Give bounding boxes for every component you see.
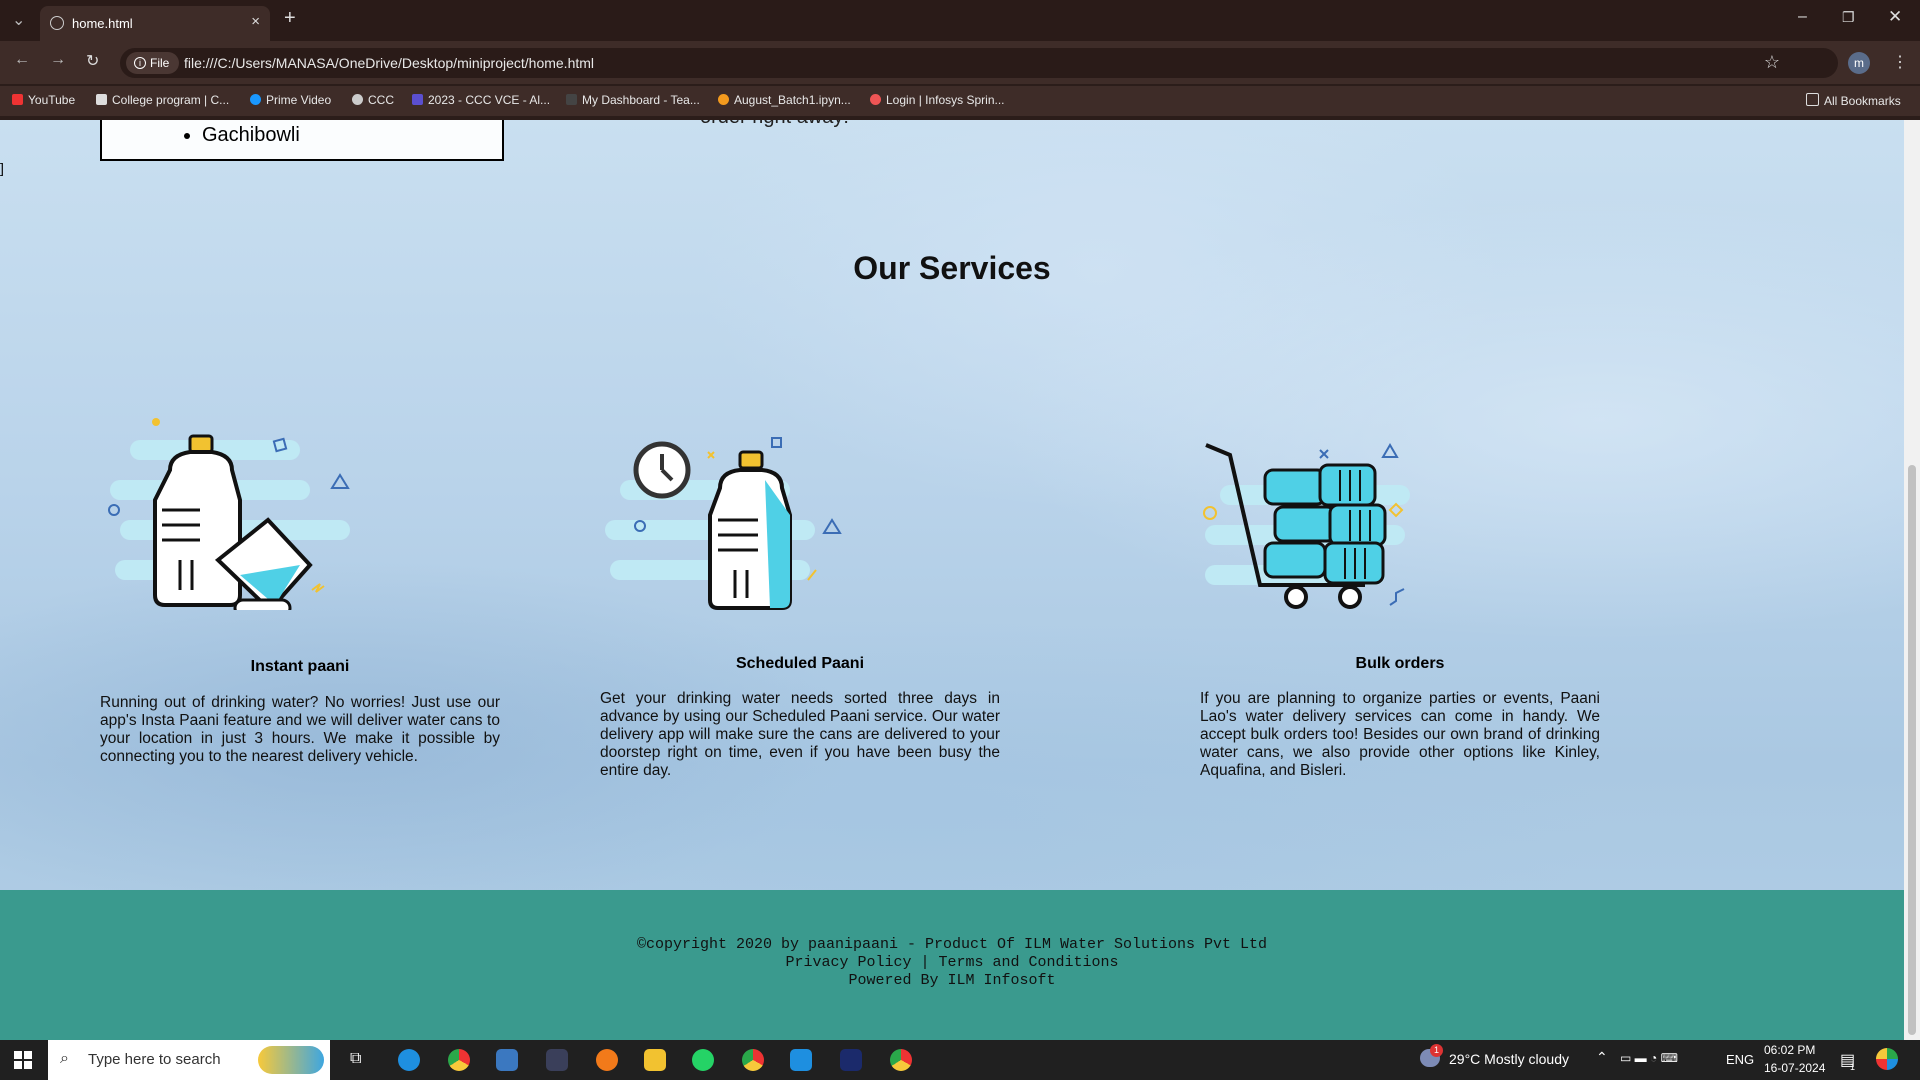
classroom-icon xyxy=(412,94,423,105)
footer-links[interactable]: Privacy Policy | Terms and Conditions xyxy=(0,954,1904,972)
infosys-icon xyxy=(870,94,881,105)
service-title-scheduled: Scheduled Paani xyxy=(735,655,865,672)
weather-badge: 1 xyxy=(1430,1044,1443,1057)
bookmarks-bar: YouTube College program | C... Prime Vid… xyxy=(0,86,1920,116)
chrome-icon[interactable] xyxy=(448,1049,470,1071)
service-title-instant: Instant paani xyxy=(250,658,350,675)
ccc-icon xyxy=(352,94,363,105)
service-text-scheduled: Get your drinking water needs sorted thr… xyxy=(600,690,1000,779)
scheduled-paani-illustration xyxy=(605,437,842,610)
weather-text[interactable]: 29°C Mostly cloudy xyxy=(1449,1051,1569,1067)
vscode-icon[interactable] xyxy=(840,1049,862,1071)
service-text-bulk: If you are planning to organize parties … xyxy=(1200,690,1600,779)
page-scrollbar[interactable] xyxy=(1904,120,1920,1040)
tray-chevron-icon[interactable]: ⌃ xyxy=(1596,1049,1608,1066)
whatsapp-icon[interactable] xyxy=(692,1049,714,1071)
python-icon[interactable] xyxy=(496,1049,518,1071)
windows-start-icon[interactable] xyxy=(14,1051,32,1069)
tab-title: home.html xyxy=(72,16,133,31)
bookmark-ccc-vce[interactable]: 2023 - CCC VCE - Al... xyxy=(412,93,550,107)
all-bookmarks[interactable]: All Bookmarks xyxy=(1806,93,1901,108)
page-viewport: Gachibowli order right away! ] Our Servi… xyxy=(0,120,1904,1040)
location-list-box: Gachibowli xyxy=(100,120,504,161)
taskbar-search[interactable]: ⌕ Type here to search xyxy=(48,1040,330,1080)
edge-icon[interactable] xyxy=(398,1049,420,1071)
profile-avatar[interactable]: m xyxy=(1848,52,1870,74)
service-title-bulk: Bulk orders xyxy=(1355,655,1445,672)
chrome-profile-icon[interactable] xyxy=(742,1049,764,1071)
footer: ©copyright 2020 by paanipaani - Product … xyxy=(0,890,1904,1040)
scrollbar-thumb[interactable] xyxy=(1908,465,1916,1035)
search-highlight-icon xyxy=(258,1046,324,1074)
menu-kebab-icon[interactable]: ⋮ xyxy=(1892,52,1908,72)
location-item: Gachibowli xyxy=(202,124,300,147)
bookmark-prime-video[interactable]: Prime Video xyxy=(250,93,331,107)
close-window-button[interactable]: ✕ xyxy=(1888,7,1902,27)
dashboard-icon xyxy=(566,94,577,105)
app-icon[interactable] xyxy=(546,1049,568,1071)
bookmark-infosys[interactable]: Login | Infosys Sprin... xyxy=(870,93,1005,107)
service-text-instant: Running out of drinking water? No worrie… xyxy=(100,694,500,765)
bookmark-youtube[interactable]: YouTube xyxy=(12,93,75,107)
reload-icon[interactable]: ↻ xyxy=(86,51,99,71)
clock-date[interactable]: 16-07-2024 xyxy=(1764,1061,1825,1075)
colab-icon xyxy=(718,94,729,105)
back-icon[interactable]: ← xyxy=(14,51,30,69)
bookmark-dashboard[interactable]: My Dashboard - Tea... xyxy=(566,93,700,107)
tray-icons[interactable]: ▭ ▬ ◔ ⌨ xyxy=(1620,1051,1678,1065)
footer-powered: Powered By ILM Infosoft xyxy=(848,972,1056,989)
bookmark-august-batch[interactable]: August_Batch1.ipyn... xyxy=(718,93,851,107)
file-badge[interactable]: File xyxy=(126,52,180,74)
tab-strip: ⌄ home.html × + – ❐ ✕ xyxy=(0,0,1920,41)
restore-button[interactable]: ❐ xyxy=(1842,9,1855,26)
footer-copyright: ©copyright 2020 by paanipaani - Product … xyxy=(636,936,1268,953)
star-icon[interactable]: ☆ xyxy=(1764,52,1780,73)
store-icon[interactable] xyxy=(790,1049,812,1071)
tab-home[interactable]: home.html × xyxy=(40,6,270,41)
clock-time[interactable]: 06:02 PM xyxy=(1764,1043,1815,1057)
firefox-icon[interactable] xyxy=(596,1049,618,1071)
url-text[interactable]: file:///C:/Users/MANASA/OneDrive/Desktop… xyxy=(184,55,594,71)
copilot-icon[interactable] xyxy=(1876,1048,1898,1070)
folder-icon xyxy=(1806,93,1819,106)
instant-paani-illustration xyxy=(108,418,350,610)
new-tab-button[interactable]: + xyxy=(284,7,296,30)
services-title: Our Services xyxy=(853,250,1051,286)
order-text: order right away! xyxy=(700,120,849,129)
bookmark-ccc[interactable]: CCC xyxy=(352,93,394,107)
notifications-badge: 1 xyxy=(1850,1062,1856,1072)
globe-icon xyxy=(50,16,64,30)
close-tab-icon[interactable]: × xyxy=(251,13,260,30)
stray-bracket: ] xyxy=(0,160,4,176)
address-bar[interactable]: File file:///C:/Users/MANASA/OneDrive/De… xyxy=(120,48,1838,78)
search-icon: ⌕ xyxy=(60,1050,69,1067)
chrome-active-icon[interactable] xyxy=(890,1049,912,1071)
prime-video-icon xyxy=(250,94,261,105)
minimize-button[interactable]: – xyxy=(1798,8,1807,26)
forward-icon[interactable]: → xyxy=(50,51,66,69)
task-view-icon[interactable]: ⧉ xyxy=(350,1050,361,1068)
search-placeholder: Type here to search xyxy=(88,1051,221,1068)
bookmark-college-program[interactable]: College program | C... xyxy=(96,93,229,107)
tab-search-chevron-icon[interactable]: ⌄ xyxy=(12,10,25,30)
youtube-icon xyxy=(12,94,23,105)
file-explorer-icon[interactable] xyxy=(644,1049,666,1071)
cc-icon xyxy=(96,94,107,105)
language-indicator[interactable]: ENG xyxy=(1726,1052,1754,1067)
bulk-orders-illustration xyxy=(1203,443,1410,609)
